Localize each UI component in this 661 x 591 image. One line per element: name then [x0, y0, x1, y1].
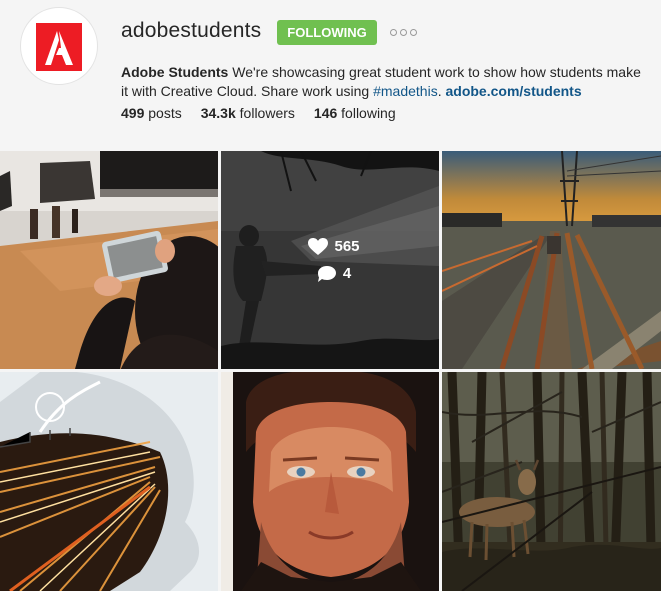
deer-in-woods-image: [442, 372, 661, 591]
following-label: following: [341, 105, 396, 121]
more-options-icon[interactable]: [390, 25, 417, 39]
likes-count: 565: [334, 238, 360, 255]
profile-bio: Adobe Students We're showcasing great st…: [121, 63, 641, 101]
tablet-figurines-image: [0, 151, 218, 369]
profile-highway-lights-image: [0, 372, 218, 591]
profile-header: adobestudents FOLLOWING Adobe Students W…: [0, 0, 661, 150]
profile-stats: 499 posts 34.3k followers 146 following: [121, 105, 396, 121]
posts-label: posts: [148, 105, 182, 121]
bio-website-link[interactable]: adobe.com/students: [445, 83, 581, 99]
following-button[interactable]: FOLLOWING: [277, 20, 377, 45]
bio-name: Adobe Students: [121, 64, 229, 80]
railway-tracks-image: [442, 151, 661, 369]
followers-count: 34.3k: [200, 105, 236, 121]
bio-hashtag-link[interactable]: #madethis: [373, 83, 438, 99]
dot: [410, 28, 417, 36]
comments-count: 4: [342, 265, 352, 282]
post-double-exposure[interactable]: 565 4: [221, 151, 439, 369]
likes-row: 565: [308, 237, 360, 256]
following-stat[interactable]: 146 following: [314, 105, 396, 121]
comment-bubble-icon: [317, 265, 336, 282]
post-profile-highway[interactable]: [0, 372, 218, 591]
following-count: 146: [313, 105, 338, 121]
profile-username: adobestudents: [121, 19, 262, 42]
followers-label: followers: [239, 105, 295, 121]
followers-stat[interactable]: 34.3k followers: [201, 105, 295, 121]
post-portrait-painting[interactable]: [221, 372, 439, 591]
adobe-logo-icon: [36, 23, 82, 71]
posts-stat: 499 posts: [121, 105, 182, 121]
portrait-painting-image: [221, 372, 439, 591]
posts-count: 499: [121, 105, 145, 121]
heart-icon: [308, 237, 329, 255]
post-hover-overlay: 565 4: [221, 151, 439, 369]
profile-avatar[interactable]: [20, 7, 98, 85]
post-tablet-figurines[interactable]: [0, 151, 218, 369]
post-railway-tracks[interactable]: [442, 151, 661, 369]
dot: [390, 28, 397, 36]
comments-row: 4: [317, 265, 351, 283]
post-deer-woods[interactable]: [442, 372, 661, 591]
posts-grid: 565 4: [0, 151, 661, 591]
dot: [400, 28, 407, 36]
